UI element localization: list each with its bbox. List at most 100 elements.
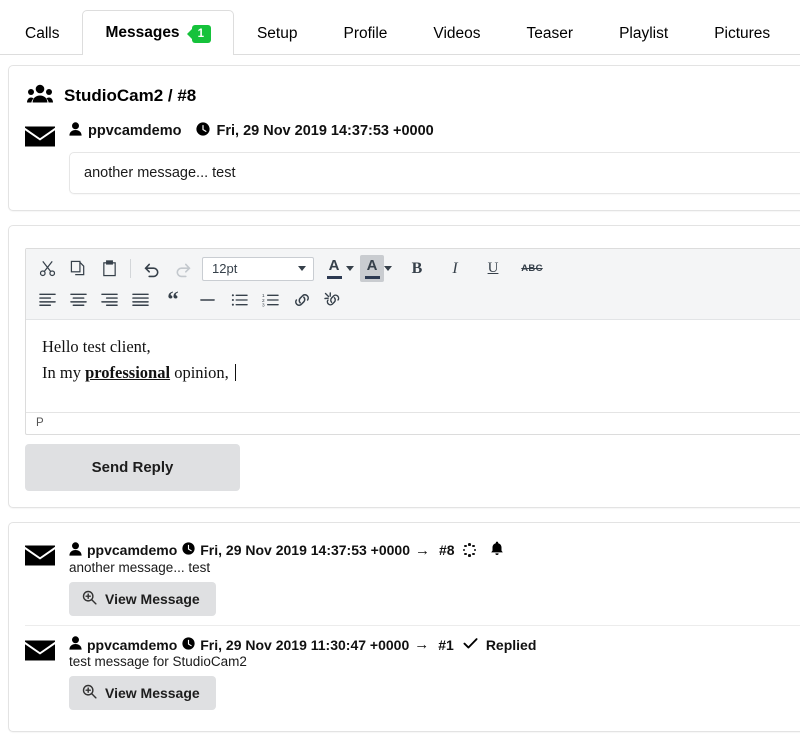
bullet-list-icon[interactable] [224,286,255,313]
editor-line-1: Hello test client, [42,337,151,356]
list-item-timestamp: Fri, 29 Nov 2019 11:30:47 +0000 [200,636,410,653]
text-color-button[interactable]: A [322,255,360,282]
horizontal-rule-icon[interactable] [190,286,224,313]
blockquote-icon[interactable]: “ [156,286,190,313]
messages-count-badge: 1 [191,24,211,43]
background-color-button[interactable]: A [360,255,398,282]
editor-line-2-pre: In my [42,362,86,382]
bell-icon [490,541,504,559]
list-item-timestamp: Fri, 29 Nov 2019 14:37:53 +0000 [200,542,411,558]
tab-label: Teaser [526,25,574,43]
list-item-author: ppvcamdemo [87,636,178,653]
copy-icon[interactable] [63,255,94,282]
message-timestamp: Fri, 29 Nov 2019 14:37:53 +0000 [216,123,434,139]
chevron-down-icon [298,266,306,271]
message-author: ppvcamdemo [88,123,182,139]
numbered-list-icon[interactable]: 1 2 3 [255,286,286,313]
svg-text:3: 3 [262,302,265,306]
font-size-select[interactable]: 12pt [202,256,314,281]
user-icon [69,636,82,653]
list-item[interactable]: ppvcamdemo Fri, 29 Nov 2019 14:37:53 +00… [25,531,800,626]
check-icon [463,637,478,653]
toolbar-divider [130,259,131,278]
text-color-swatch [326,276,342,279]
rich-text-editor: 12pt A A B I U ABC “ 1 2 3 Hello test cl… [25,248,800,435]
arrow-right-icon: → [415,541,431,559]
paste-icon[interactable] [94,255,125,282]
tab-label: Calls [25,25,60,43]
tab-calls[interactable]: Calls [2,15,82,55]
link-icon[interactable] [286,286,317,313]
chevron-down-icon[interactable] [384,266,392,271]
clock-icon [182,636,195,653]
tab-teaser[interactable]: Teaser [504,15,597,55]
user-icon [69,122,82,140]
text-color-label: A [328,257,340,274]
list-item-meta: ppvcamdemo Fri, 29 Nov 2019 11:30:47 +00… [69,636,800,653]
align-left-icon[interactable] [32,286,63,313]
align-justify-icon[interactable] [125,286,156,313]
list-item-thread-id: #8 [439,542,455,558]
editor-line-2-bold: professional [85,362,171,382]
editor-text-area[interactable]: Hello test client, In my professional op… [26,320,800,412]
cut-icon[interactable] [32,255,63,282]
tab-label: Playlist [619,25,669,43]
zoom-in-icon [82,684,97,702]
tab-profile[interactable]: Profile [320,15,410,55]
tab-bans[interactable]: Bans [793,15,800,55]
thread-title-text: StudioCam2 / #8 [64,86,197,105]
font-size-value: 12pt [212,261,238,276]
tab-label: Setup [256,25,298,43]
element-path: P [36,417,44,429]
list-item-thread-id: #1 [438,636,454,653]
chevron-down-icon[interactable] [346,266,354,271]
thread-title: StudioCam2 / #8 [27,84,800,108]
redo-icon[interactable] [167,255,198,282]
list-item-preview: test message for StudioCam2 [69,654,247,669]
background-color-label: A [366,257,378,274]
user-icon [69,541,82,559]
strikethrough-button[interactable]: ABC [512,255,552,282]
envelope-icon [25,544,55,572]
undo-icon[interactable] [136,255,167,282]
tab-videos[interactable]: Videos [410,15,503,55]
send-reply-button[interactable]: Send Reply [25,444,240,491]
tab-messages[interactable]: Messages 1 [82,10,234,55]
toolbar-row-2: “ 1 2 3 [32,284,800,315]
tab-setup[interactable]: Setup [234,15,321,55]
list-item-author: ppvcamdemo [87,542,178,558]
message-list-card: ppvcamdemo Fri, 29 Nov 2019 14:37:53 +00… [8,522,800,732]
editor-toolbar: 12pt A A B I U ABC “ 1 2 3 [26,249,800,320]
tab-pictures[interactable]: Pictures [691,15,793,55]
thread-message: ppvcamdemo Fri, 29 Nov 2019 14:37:53 +00… [25,122,800,194]
zoom-in-icon [82,590,97,608]
thread-card: StudioCam2 / #8 ppvcamdemo Fri, 29 Nov 2… [8,65,800,211]
arrow-right-icon: → [414,636,430,653]
view-message-button[interactable]: View Message [69,582,216,616]
reply-editor-card: 12pt A A B I U ABC “ 1 2 3 Hello test cl… [8,225,800,508]
unlink-icon[interactable] [317,286,348,313]
envelope-icon [25,125,55,153]
toolbar-row-1: 12pt A A B I U ABC [32,253,800,284]
message-body: another message... test [69,152,800,194]
list-item-meta: ppvcamdemo Fri, 29 Nov 2019 14:37:53 +00… [69,541,800,559]
italic-button[interactable]: I [436,255,474,282]
clock-icon [196,122,211,140]
envelope-icon [25,639,55,667]
clock-icon [182,542,195,558]
tab-playlist[interactable]: Playlist [596,15,691,55]
align-right-icon[interactable] [94,286,125,313]
editor-line-2: In my professional opinion, [42,360,794,386]
tab-label: Messages [105,24,180,42]
tab-bar: Calls Messages 1 Setup Profile Videos Te… [0,0,800,55]
underline-button[interactable]: U [474,255,512,282]
background-color-icon: A [360,255,384,282]
users-icon [27,84,53,108]
bold-button[interactable]: B [398,255,436,282]
editor-status-bar: P [26,412,800,434]
view-message-button[interactable]: View Message [69,676,216,710]
tab-label: Pictures [714,25,771,43]
list-item[interactable]: ppvcamdemo Fri, 29 Nov 2019 11:30:47 +00… [25,626,800,719]
align-center-icon[interactable] [63,286,94,313]
text-color-icon: A [322,255,346,282]
